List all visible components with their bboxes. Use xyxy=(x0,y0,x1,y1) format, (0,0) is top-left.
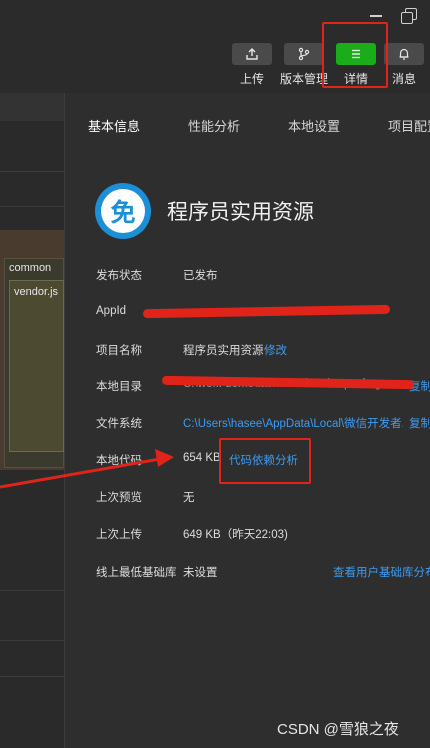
upload-label: 上传 xyxy=(240,72,265,86)
app-name: 程序员实用资源 xyxy=(167,201,314,224)
last-upload-value: 649 KB（昨天22:03) xyxy=(183,529,288,541)
min-lib-value: 未设置 xyxy=(183,567,218,579)
publish-status-value: 已发布 xyxy=(183,270,218,282)
view-lib-distribution-link[interactable]: 查看用户基础库分布 xyxy=(333,564,430,580)
app-logo: 免 xyxy=(95,183,151,239)
restore-button[interactable] xyxy=(401,8,417,24)
messages-button[interactable] xyxy=(384,43,424,65)
filesystem-path-link[interactable]: C:\Users\hasee\AppData\Local\微信开发者... xyxy=(183,415,403,431)
tab-basic-info[interactable]: 基本信息 xyxy=(88,116,140,135)
project-name-label: 项目名称 xyxy=(96,345,142,357)
version-label: 版本管理 xyxy=(280,72,329,86)
appid-label: AppId xyxy=(96,305,127,317)
local-code-size: 654 KB xyxy=(183,452,221,464)
version-button[interactable] xyxy=(284,43,324,65)
editor-tab-strip xyxy=(0,93,64,121)
messages-label: 消息 xyxy=(392,72,417,86)
upload-button[interactable] xyxy=(232,43,272,65)
last-preview-label: 上次预览 xyxy=(96,492,142,504)
project-name-value: 程序员实用资源 xyxy=(183,345,264,357)
tab-project-config[interactable]: 项目配置 xyxy=(388,116,430,135)
filesystem-label: 文件系统 xyxy=(96,418,142,430)
local-dir-label: 本地目录 xyxy=(96,381,142,393)
last-upload-label: 上次上传 xyxy=(96,529,142,541)
tab-local-settings[interactable]: 本地设置 xyxy=(288,116,340,135)
app-logo-char: 免 xyxy=(101,189,145,233)
minimize-button[interactable] xyxy=(370,15,382,17)
file-node-vendor[interactable] xyxy=(9,280,64,452)
annotation-box-details xyxy=(322,22,388,88)
min-lib-label: 线上最低基础库 xyxy=(96,567,177,579)
annotation-box-dependency xyxy=(219,438,311,484)
copy-filesystem-link[interactable]: 复制 xyxy=(409,415,430,431)
rename-link[interactable]: 修改 xyxy=(264,342,287,358)
folder-node-label: common xyxy=(9,262,52,274)
bell-icon xyxy=(399,48,409,60)
local-code-label: 本地代码 xyxy=(96,455,142,467)
watermark: CSDN @雪狼之夜 xyxy=(277,721,399,738)
tab-performance[interactable]: 性能分析 xyxy=(188,116,240,135)
upload-icon xyxy=(246,48,258,60)
file-node-label: vendor.js xyxy=(14,286,59,298)
branch-icon xyxy=(298,47,310,61)
last-preview-value: 无 xyxy=(183,492,195,504)
publish-status-label: 发布状态 xyxy=(96,270,142,282)
